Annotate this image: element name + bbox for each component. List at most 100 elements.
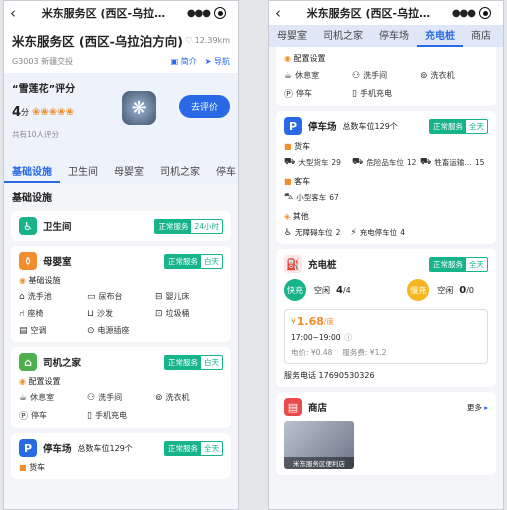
facility-item: ▯ 手机充电 bbox=[352, 88, 392, 99]
close-target-icon[interactable] bbox=[479, 7, 491, 19]
parking-item: ♿ 无障碍车位 2 bbox=[284, 227, 341, 238]
status-badge: 正常服务 全天 bbox=[429, 256, 488, 272]
shop-image[interactable]: 米东服务区便利店 bbox=[284, 421, 354, 469]
charging-card[interactable]: ⛽ 充电桩 正常服务 全天 快充 空闲 4 /4 慢充 空闲 0 /0 ¥ 1.6… bbox=[276, 249, 496, 387]
service-phone[interactable]: 服务电话 17690530326 bbox=[284, 370, 488, 381]
restroom-icon: ⚇ bbox=[352, 70, 361, 81]
parking-item: ⛟ 危险品车位 12 bbox=[352, 157, 417, 167]
right-screen: ‹ 米东服务区 (西区-乌拉… ●●● 母婴室 司机之家 停车场 充电桩 商店 … bbox=[268, 0, 504, 510]
facility-item: ⊚ 洗衣机 bbox=[155, 392, 190, 403]
info-icon[interactable]: ⓘ bbox=[345, 332, 353, 343]
shop-image-caption: 米东服务区便利店 bbox=[284, 457, 354, 469]
charging-pile-icon: ⛽ bbox=[284, 255, 302, 273]
subsection-label: ◉ 配置设置 bbox=[284, 54, 326, 63]
road-info: G3003 新疆交投 bbox=[12, 57, 74, 66]
baby-room-card[interactable]: ⚱ 母婴室 正常服务 白天 ◉ 基础设施 ⌂ 洗手池 ▭ 尿布台 ⊟ 婴儿床 ⑁ 座椅 ⊔… bbox=[11, 246, 231, 342]
tab-parking[interactable]: 停车场 bbox=[371, 27, 417, 47]
fast-charge-badge: 快充 bbox=[284, 279, 306, 301]
parking-card[interactable]: P 停车场 总数车位129个 正常服务 全天 ■ 货车 ⛟ 大型货车 29 ⛟ 危险品… bbox=[276, 111, 496, 244]
mini-program-capsule[interactable]: ●●● bbox=[446, 7, 497, 19]
shop-card[interactable]: ▤ 商店 更多 ▸ 米东服务区便利店 bbox=[276, 392, 496, 475]
status-badge: 正常服务 白天 bbox=[164, 253, 223, 269]
facility-tabs: 基础设施 卫生间 母婴室 司机之家 停车 bbox=[4, 161, 238, 183]
sink-icon: ⌂ bbox=[19, 291, 25, 302]
back-icon[interactable]: ‹ bbox=[10, 5, 26, 21]
parking-item: ⛟ 牲畜运输… 15 bbox=[420, 157, 485, 167]
rating-count: 共有10人评分 bbox=[12, 130, 60, 139]
trash-icon: ⊡ bbox=[155, 308, 163, 319]
rate-button[interactable]: 去评价 bbox=[178, 95, 230, 118]
subsection-label: ◉ 基础设施 bbox=[19, 276, 61, 285]
status-badge: 正常服务 全天 bbox=[164, 440, 223, 456]
more-link[interactable]: 更多 ▸ bbox=[467, 402, 488, 413]
parking-item: ⛟ 大型货车 29 bbox=[284, 157, 341, 167]
facility-item: ▤ 空调 bbox=[19, 325, 47, 336]
facility-item: ⑁ 座椅 bbox=[19, 308, 44, 319]
tab-basic[interactable]: 基础设施 bbox=[4, 163, 60, 183]
bus-label: ■ 客车 bbox=[284, 177, 311, 186]
other-label: ◈ 其他 bbox=[284, 212, 309, 221]
restroom-icon: ⚇ bbox=[87, 392, 96, 403]
price-value: 1.68 bbox=[296, 315, 324, 328]
tab-baby-room[interactable]: 母婴室 bbox=[106, 163, 152, 183]
parking-icon: Ⓟ bbox=[284, 90, 294, 100]
driver-home-card[interactable]: ◉ 配置设置 ☕ 休息室 ⚇ 洗手间 ⊚ 洗衣机 Ⓟ 停车 ▯ 手机充电 bbox=[276, 47, 496, 106]
distance: ♡ 12.39km bbox=[184, 36, 230, 45]
washer-icon: ⊚ bbox=[155, 392, 163, 403]
subsection-label: ■ 货车 bbox=[19, 463, 46, 472]
parking-item: ⚡ 充电停车位 4 bbox=[350, 227, 405, 238]
fast-free-count: 4 bbox=[336, 284, 343, 296]
status-badge: 正常服务 白天 bbox=[164, 354, 223, 370]
section-title: 基础设施 bbox=[12, 193, 52, 204]
rating-score: 4 bbox=[12, 105, 22, 120]
phone-charge-icon: ▯ bbox=[87, 410, 92, 421]
parking-icon: P bbox=[284, 117, 302, 135]
chair-icon: ⑁ bbox=[19, 308, 25, 319]
tab-charging[interactable]: 充电桩 bbox=[417, 27, 463, 47]
lounge-icon: ☕ bbox=[19, 392, 28, 403]
tab-baby-room[interactable]: 母婴室 bbox=[269, 27, 315, 47]
facility-item: Ⓟ 停车 bbox=[284, 89, 313, 100]
mini-program-capsule[interactable]: ●●● bbox=[181, 7, 232, 19]
facility-item: ⊡ 垃圾桶 bbox=[155, 308, 190, 319]
more-dots-icon[interactable]: ●●● bbox=[187, 8, 211, 19]
more-dots-icon[interactable]: ●●● bbox=[452, 8, 476, 19]
heart-icon[interactable]: ♡ bbox=[185, 36, 192, 45]
page-title: 米东服务区 (西区-乌拉… bbox=[306, 7, 431, 20]
subsection-label: ◉ 配置设置 bbox=[19, 377, 61, 386]
facility-item: ⊙ 电源插座 bbox=[87, 325, 130, 336]
parking-card[interactable]: P 停车场 总数车位129个 正常服务 全天 ■ 货车 bbox=[11, 433, 231, 479]
driver-home-card[interactable]: ⌂ 司机之家 正常服务 白天 ◉ 配置设置 ☕ 休息室 ⚇ 洗手间 ⊚ 洗衣机 Ⓟ 停车 … bbox=[11, 347, 231, 428]
tab-driver-home[interactable]: 司机之家 bbox=[152, 163, 208, 183]
truck-label: ■ 货车 bbox=[284, 142, 311, 151]
house-icon: ⌂ bbox=[19, 353, 37, 371]
baby-bottle-icon: ⚱ bbox=[19, 252, 37, 270]
snow-lotus-badge-icon: ❋ bbox=[122, 91, 156, 125]
sofa-icon: ⊔ bbox=[87, 308, 95, 319]
nav-bar: ‹ 米东服务区 (西区-乌拉… ●●● bbox=[4, 1, 238, 25]
chevron-right-icon: ▸ bbox=[484, 402, 488, 412]
facility-item: ⊚ 洗衣机 bbox=[420, 70, 455, 81]
facility-item: ⊟ 婴儿床 bbox=[155, 291, 190, 302]
navigate-link[interactable]: ➤ 导航 bbox=[205, 56, 230, 67]
close-target-icon[interactable] bbox=[214, 7, 226, 19]
facility-item: ⊔ 沙发 bbox=[87, 308, 114, 319]
phone-charge-icon: ▯ bbox=[352, 88, 357, 99]
charging-spot-icon: ⚡ bbox=[350, 227, 357, 238]
back-icon[interactable]: ‹ bbox=[275, 5, 291, 21]
intro-link[interactable]: ▣ 简介 bbox=[171, 56, 197, 67]
status-badge: 正常服务 全天 bbox=[429, 118, 488, 134]
slow-charge-badge: 慢充 bbox=[407, 279, 430, 301]
toilet-card[interactable]: ♿ 卫生间 正常服务 24小时 bbox=[11, 211, 231, 241]
facility-item: ⚇ 洗手间 bbox=[87, 392, 123, 403]
facility-item: ⚇ 洗手间 bbox=[352, 70, 388, 81]
tab-driver-home[interactable]: 司机之家 bbox=[315, 27, 371, 47]
tab-parking[interactable]: 停车 bbox=[208, 163, 238, 183]
tab-toilet[interactable]: 卫生间 bbox=[60, 163, 106, 183]
facility-item: ☕ 休息室 bbox=[19, 392, 55, 403]
tab-shop[interactable]: 商店 bbox=[463, 27, 499, 47]
facility-item: ⌂ 洗手池 bbox=[19, 291, 52, 302]
truck-icon: ■ bbox=[19, 463, 27, 472]
rating-title: “雪莲花”评分 bbox=[12, 84, 76, 95]
parking-icon: P bbox=[19, 439, 37, 457]
